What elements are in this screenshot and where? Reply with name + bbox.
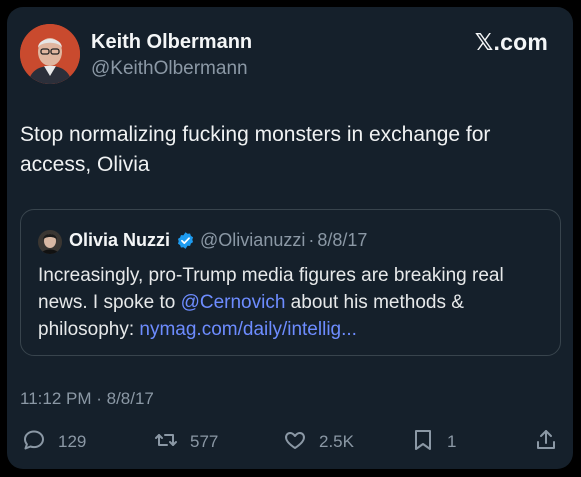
reply-icon xyxy=(22,428,46,457)
mention-link[interactable]: @Cernovich xyxy=(181,292,286,313)
reply-count: 129 xyxy=(58,432,87,451)
tweet-card: Keith Olbermann @KeithOlbermann 𝕏.com St… xyxy=(7,7,573,469)
quote-header: Olivia Nuzzi @Olivianuzzi · 8/8/17 xyxy=(69,230,367,251)
share-button[interactable] xyxy=(534,427,558,457)
reply-button[interactable]: 129 xyxy=(22,427,86,457)
quote-text: Increasingly, pro-Trump media figures ar… xyxy=(38,262,553,343)
retweet-count: 577 xyxy=(190,432,219,451)
tweet-timestamp[interactable]: 11:12 PM · 8/8/17 xyxy=(20,389,154,409)
author-handle[interactable]: @KeithOlbermann xyxy=(91,58,248,80)
retweet-icon xyxy=(154,428,178,457)
quote-author-avatar xyxy=(38,230,62,254)
article-link[interactable]: nymag.com/daily/intellig... xyxy=(139,319,357,340)
quote-author-name[interactable]: Olivia Nuzzi xyxy=(69,230,170,251)
author-name[interactable]: Keith Olbermann xyxy=(91,31,252,54)
x-logo: 𝕏.com xyxy=(474,29,548,55)
like-button[interactable]: 2.5K xyxy=(283,427,354,457)
action-bar: 129 577 2.5K 1 xyxy=(20,427,560,457)
share-icon xyxy=(534,428,558,457)
tweet-text: Stop normalizing fucking monsters in exc… xyxy=(20,123,491,176)
quote-date[interactable]: 8/8/17 xyxy=(317,230,367,251)
quote-separator: · xyxy=(308,230,315,250)
bookmark-button[interactable]: 1 xyxy=(411,427,456,457)
quoted-tweet[interactable]: Olivia Nuzzi @Olivianuzzi · 8/8/17 Incre… xyxy=(20,209,561,356)
bookmark-count: 1 xyxy=(447,432,457,451)
retweet-button[interactable]: 577 xyxy=(154,427,218,457)
quote-author-handle[interactable]: @Olivianuzzi xyxy=(200,230,305,251)
verified-badge-icon xyxy=(176,231,195,250)
bookmark-icon xyxy=(411,428,435,457)
like-icon xyxy=(283,428,307,457)
like-count: 2.5K xyxy=(319,432,354,451)
author-avatar[interactable] xyxy=(20,24,80,84)
